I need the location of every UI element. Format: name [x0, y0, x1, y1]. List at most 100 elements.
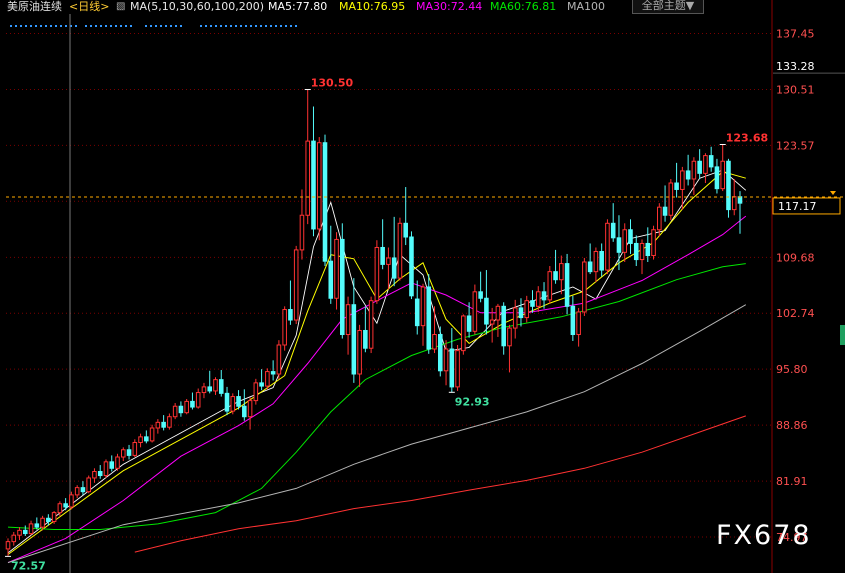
candle-body [691, 160, 697, 180]
candle-body [495, 305, 501, 321]
candle-body [363, 329, 368, 349]
candle-down [144, 430, 149, 444]
candle-body [559, 263, 564, 281]
candle-body [195, 392, 201, 408]
indicator-dot [170, 25, 172, 27]
candle-body [697, 160, 702, 174]
candle-up [167, 413, 172, 430]
indicator-dot [115, 25, 117, 27]
candle-body [368, 300, 374, 349]
indicator-dot [275, 25, 277, 27]
candle-body [622, 229, 628, 253]
candle-body [639, 242, 645, 261]
indicator-dot [100, 25, 102, 27]
candle-down [288, 280, 293, 325]
indicator-dot [205, 25, 207, 27]
candle-up [334, 232, 339, 310]
candle-down [224, 386, 230, 416]
candle-body [178, 405, 184, 414]
candle-up [230, 393, 236, 415]
instrument-title[interactable]: 美原油连续 [7, 0, 62, 14]
candle-down [570, 295, 576, 341]
indicator-dot [30, 25, 32, 27]
candle-body [605, 222, 610, 271]
candle-body [674, 182, 679, 190]
candle-up [357, 324, 362, 387]
candle-down [178, 401, 184, 417]
candle-down [409, 231, 414, 300]
candle-body [282, 309, 287, 346]
indicator-dot [130, 25, 132, 27]
indicator-dot [10, 25, 12, 27]
candle-body [501, 305, 506, 347]
candle-body [616, 237, 622, 253]
candle-up [253, 378, 259, 405]
candle-down [449, 328, 455, 393]
candle-up [345, 296, 351, 355]
candle-body [380, 246, 385, 265]
indicator-dot [145, 25, 147, 27]
candle-down [599, 243, 604, 277]
candle-up [92, 468, 97, 483]
candle-down [714, 158, 720, 194]
candle-body [46, 517, 51, 522]
candle-body [582, 261, 587, 313]
candle-body [633, 242, 639, 261]
price-annotation: 72.57 [11, 559, 46, 572]
indicator-dot [15, 25, 17, 27]
candle-down [484, 270, 489, 335]
indicator-dot [105, 25, 107, 27]
candle-body [610, 222, 616, 239]
indicator-dot [95, 25, 97, 27]
candle-body [466, 315, 472, 332]
candle-up [172, 403, 178, 420]
candle-body [403, 222, 408, 238]
candle-body [299, 214, 305, 251]
indicator-dot [255, 25, 257, 27]
candle-up [195, 388, 201, 409]
candle-down [518, 298, 524, 327]
price-annotation: 92.93 [455, 395, 490, 408]
indicator-dot [245, 25, 247, 27]
indicator-dot [230, 25, 232, 27]
candle-body [224, 392, 230, 412]
candle-body [731, 196, 737, 211]
candle-up [184, 398, 189, 415]
indicator-dot [295, 25, 297, 27]
candle-down [351, 278, 357, 383]
candle-body [386, 257, 391, 265]
candle-body [357, 329, 362, 375]
candle-down [340, 223, 345, 339]
ma-params-label[interactable]: MA(5,10,30,60,100,200) [130, 0, 264, 14]
candle-body [172, 405, 178, 418]
subject-dropdown-button[interactable]: 全部主题▼ [632, 0, 704, 14]
candle-body [593, 251, 599, 273]
candle-up [668, 178, 674, 221]
candle-down [190, 392, 195, 410]
candlestick-chart[interactable]: 137.45130.51123.57116.63109.68102.7495.8… [0, 0, 845, 573]
candle-up [86, 475, 91, 494]
candle-body [535, 291, 541, 307]
candle-body [236, 396, 241, 407]
candle-body [737, 196, 743, 204]
candle-body [103, 461, 109, 477]
chart-window: 137.45130.51123.57116.63109.68102.7495.8… [0, 0, 845, 573]
candle-body [230, 396, 236, 412]
candle-body [553, 271, 558, 281]
candle-body [714, 166, 720, 190]
candle-body [305, 140, 311, 216]
indicator-dot [75, 25, 77, 27]
candle-body [472, 291, 478, 332]
candle-body [276, 344, 282, 375]
candle-body [155, 421, 161, 429]
candle-body [374, 246, 380, 302]
candle-body [328, 260, 334, 299]
candle-body [149, 427, 155, 442]
ma-settings-icon[interactable]: ▧ [116, 0, 125, 14]
candle-body [109, 461, 115, 469]
indicator-dot [250, 25, 252, 27]
indicator-dot [35, 25, 37, 27]
candle-up [103, 459, 109, 478]
candle-body [28, 523, 34, 535]
period-label[interactable]: <日线> [69, 0, 109, 14]
